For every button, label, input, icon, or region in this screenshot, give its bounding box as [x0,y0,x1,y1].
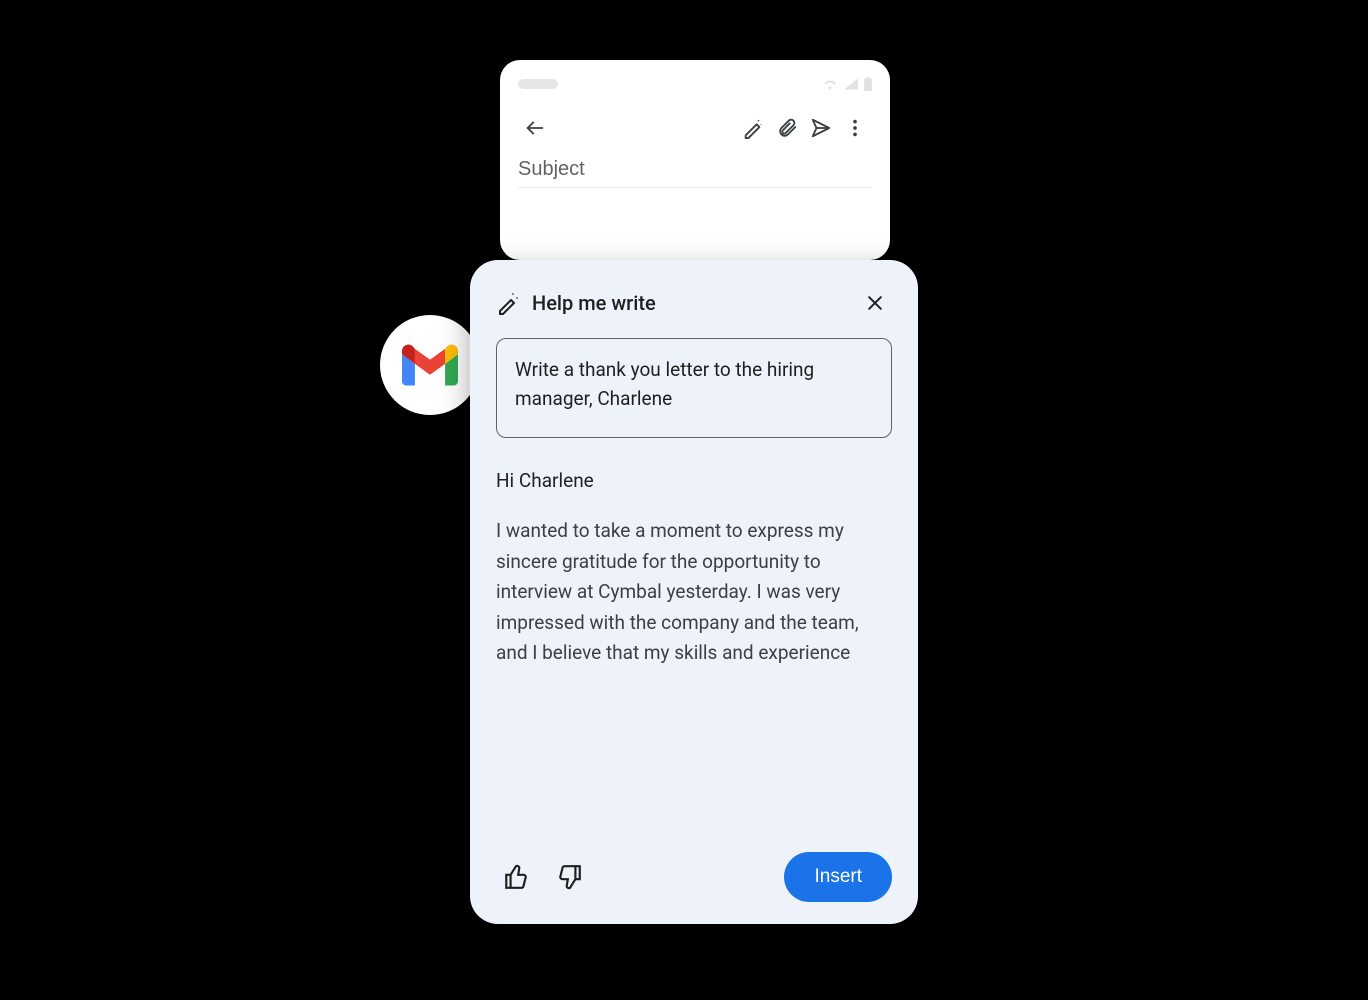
signal-icon [844,78,858,90]
phone-status-bar [518,74,872,94]
compose-toolbar [518,108,872,148]
thumbs-up-icon [503,864,529,890]
thumbs-down-button[interactable] [550,857,590,897]
wifi-icon [822,78,838,90]
thumbs-down-icon [557,864,583,890]
battery-icon [864,77,872,91]
insert-button[interactable]: Insert [784,852,892,902]
attach-button[interactable] [770,111,804,145]
gmail-icon [402,344,458,386]
prompt-box [496,338,892,438]
generated-body: I wanted to take a moment to express my … [496,516,892,668]
send-icon [810,117,832,139]
magic-write-button[interactable] [736,111,770,145]
thumbs-up-button[interactable] [496,857,536,897]
arrow-left-icon [524,117,546,139]
prompt-input[interactable] [515,355,873,417]
send-button[interactable] [804,111,838,145]
generated-text: Hi Charlene I wanted to take a moment to… [496,466,892,838]
more-vert-icon [844,117,866,139]
magic-pencil-icon [742,117,764,139]
panel-title: Help me write [532,291,656,315]
status-pill [518,79,558,89]
generated-greeting: Hi Charlene [496,466,892,496]
magic-pencil-icon [496,291,520,315]
subject-input[interactable] [518,158,872,181]
help-me-write-panel: Help me write Hi Charlene I wanted to ta… [470,260,918,924]
gmail-compose-card [500,60,890,260]
back-button[interactable] [518,111,552,145]
close-icon [865,293,885,313]
paperclip-icon [776,117,798,139]
more-button[interactable] [838,111,872,145]
close-button[interactable] [858,286,892,320]
gmail-badge [380,315,480,415]
